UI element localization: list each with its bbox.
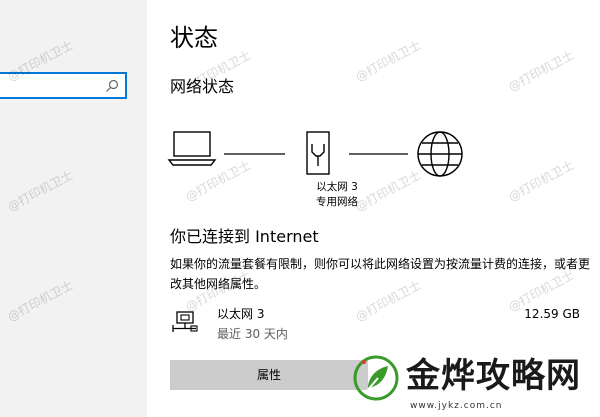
logo-name: 金烨攻略网 xyxy=(406,356,581,396)
diagram-adapter-name: 以太网 3 xyxy=(316,181,358,193)
search-input[interactable] xyxy=(0,72,127,99)
metered-description: 如果你的流量套餐有限制，则你可以将此网络设置为按流量计费的连接，或者更改其他网络… xyxy=(170,257,591,291)
network-status-heading: 网络状态 xyxy=(170,77,235,96)
sidebar xyxy=(0,0,147,417)
network-adapter-icon xyxy=(172,311,200,333)
logo-url: www.jykz.com.cn xyxy=(410,401,503,411)
leaf-logo-icon xyxy=(353,355,399,401)
properties-button[interactable]: 属性 xyxy=(170,360,368,390)
adapter-usage-row[interactable]: 以太网 3 最近 30 天内 12.59 GB xyxy=(170,303,590,347)
adapter-row-usage: 12.59 GB xyxy=(524,307,580,321)
ethernet-jack-icon xyxy=(306,131,330,175)
search-icon[interactable] xyxy=(105,78,119,92)
adapter-row-period: 最近 30 天内 xyxy=(217,327,288,341)
site-logo: 金烨攻略网 www.jykz.com.cn xyxy=(352,350,600,417)
laptop-icon xyxy=(167,131,217,166)
network-diagram-graphic xyxy=(167,131,463,177)
adapter-row-name: 以太网 3 xyxy=(217,307,265,321)
page-title: 状态 xyxy=(170,24,218,52)
connection-heading: 你已连接到 Internet xyxy=(170,227,319,246)
diagram-network-type: 专用网络 xyxy=(316,196,358,208)
network-diagram: 以太网 3 专用网络 xyxy=(167,122,477,212)
globe-icon xyxy=(417,131,463,177)
